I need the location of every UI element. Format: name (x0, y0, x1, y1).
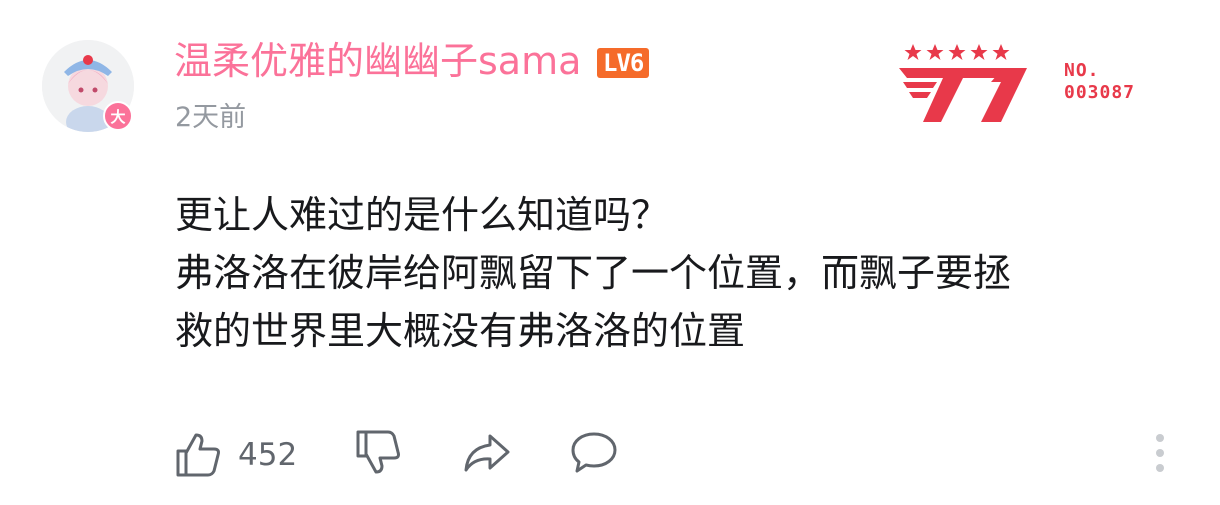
fan-badge-label: NO. (1064, 60, 1100, 81)
comment-content: 更让人难过的是什么知道吗？ 弗洛洛在彼岸给阿飘留下了一个位置，而飘子要拯 救的世… (175, 186, 1185, 360)
thumbs-down-icon (356, 430, 400, 474)
comment-line: 救的世界里大概没有弗洛洛的位置 (175, 309, 746, 353)
share-button[interactable] (462, 428, 512, 476)
thumbs-up-icon (176, 433, 220, 477)
level-badge: LV6 (597, 48, 650, 78)
username[interactable]: 温柔优雅的幽幽子sama (174, 38, 581, 84)
more-vertical-icon[interactable] (1151, 432, 1169, 476)
like-count: 452 (238, 437, 298, 473)
reply-button[interactable] (570, 428, 618, 476)
star-icons (904, 44, 1010, 60)
avatar-badge: 大 (103, 101, 133, 131)
like-button[interactable]: 452 (174, 428, 297, 482)
share-icon (464, 434, 510, 472)
comment-line: 弗洛洛在彼岸给阿飘留下了一个位置，而飘子要拯 (175, 251, 1012, 295)
comment-time: 2天前 (175, 102, 247, 133)
comment-line: 更让人难过的是什么知道吗？ (175, 193, 670, 237)
fan-badge-value: 003087 (1064, 82, 1136, 103)
t1-logo (899, 68, 1027, 122)
dislike-button[interactable] (354, 428, 402, 476)
fan-badge-number: NO. 003087 (1064, 60, 1135, 104)
reply-icon (571, 432, 617, 473)
